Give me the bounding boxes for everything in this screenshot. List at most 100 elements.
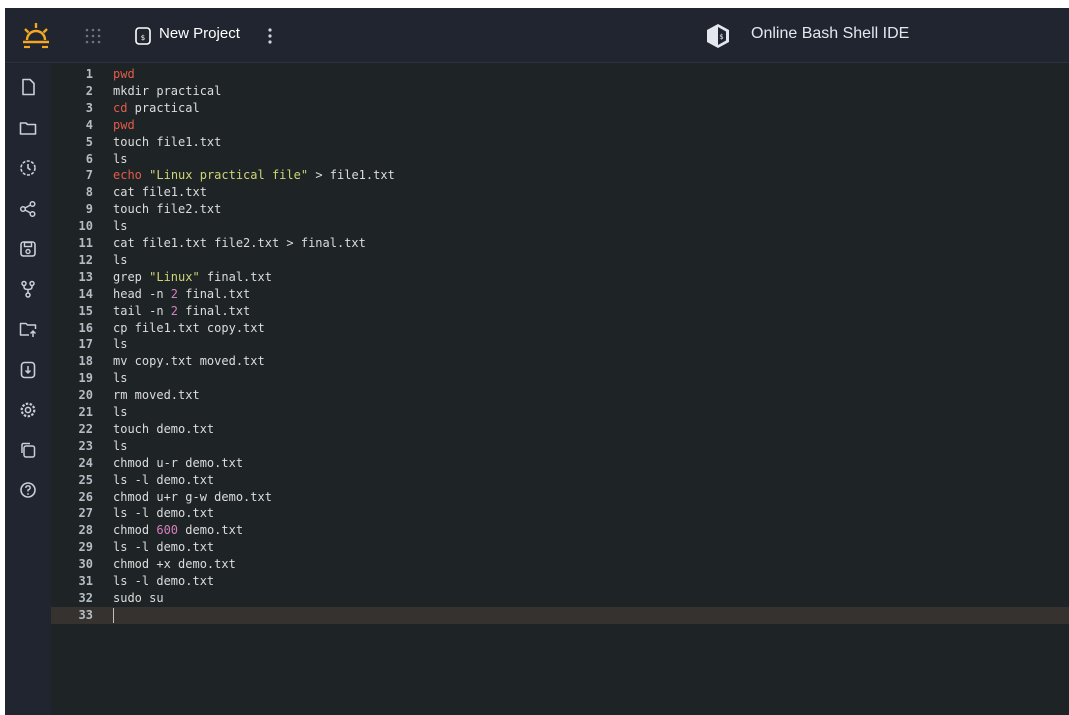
code-text: cat file1.txt file2.txt > final.txt — [113, 235, 366, 252]
line-number: 16 — [78, 320, 93, 335]
new-file-icon[interactable] — [19, 78, 37, 96]
project-title[interactable]: New Project — [159, 25, 240, 42]
code-text: ls — [113, 252, 127, 269]
sun-logo-icon[interactable] — [21, 21, 51, 51]
help-icon[interactable] — [19, 481, 37, 499]
code-token: mv copy.txt moved.txt — [113, 354, 265, 369]
code-text: echo "Linux practical file" > file1.txt — [113, 167, 395, 184]
code-text: chmod +x demo.txt — [113, 556, 236, 573]
line-number: 17 — [78, 337, 93, 352]
line-number: 9 — [85, 202, 93, 217]
code-token: > file1.txt — [308, 168, 395, 183]
code-line[interactable]: 9 touch file2.txt — [51, 201, 1069, 218]
code-line[interactable]: 26 chmod u+r g-w demo.txt — [51, 489, 1069, 506]
code-token: pwd — [113, 67, 135, 81]
upload-folder-icon[interactable] — [19, 320, 37, 338]
line-number: 14 — [78, 286, 93, 301]
code-editor[interactable]: 1 pwd 2 mkdir practical 3 cd practical 4 pwd 5 to… — [51, 64, 1069, 715]
code-line[interactable]: 23 ls — [51, 438, 1069, 455]
code-line[interactable]: 10 ls — [51, 218, 1069, 235]
download-file-icon[interactable] — [19, 361, 37, 379]
code-line[interactable]: 7 echo "Linux practical file" > file1.txt — [51, 167, 1069, 184]
line-number: 3 — [85, 100, 93, 115]
project-menu-icon[interactable] — [267, 26, 273, 46]
line-number: 19 — [78, 371, 93, 386]
share-icon[interactable] — [19, 200, 37, 218]
settings-icon[interactable] — [19, 401, 37, 419]
line-number: 31 — [78, 574, 93, 588]
line-number: 8 — [85, 185, 93, 200]
code-text: ls -l demo.txt — [113, 472, 214, 489]
code-token: chmod u+r g-w demo.txt — [113, 489, 272, 504]
code-token: ls — [113, 438, 128, 453]
line-number: 11 — [78, 236, 93, 250]
git-branch-icon[interactable] — [19, 280, 37, 298]
code-line[interactable]: 15 tail -n 2 final.txt — [51, 303, 1069, 320]
code-line[interactable]: 2 mkdir practical — [51, 83, 1069, 100]
code-line[interactable]: 6 ls — [51, 151, 1069, 168]
code-line[interactable]: 25 ls -l demo.txt — [51, 472, 1069, 489]
code-text: tail -n 2 final.txt — [113, 303, 250, 320]
line-number: 23 — [78, 438, 93, 453]
code-line[interactable]: 5 touch file1.txt — [51, 134, 1069, 151]
line-number: 26 — [78, 489, 93, 504]
code-line[interactable]: 13 grep "Linux" final.txt — [51, 269, 1069, 286]
code-text: mkdir practical — [113, 83, 221, 100]
code-line[interactable]: 33 — [51, 606, 1069, 624]
code-text: ls — [113, 151, 127, 168]
code-line[interactable]: 12 ls — [51, 252, 1069, 269]
code-text: cp file1.txt copy.txt — [113, 320, 265, 337]
code-text: ls — [113, 218, 127, 235]
line-number: 20 — [78, 388, 93, 403]
code-line[interactable]: 3 cd practical — [51, 100, 1069, 117]
apps-grid-icon[interactable] — [85, 28, 101, 44]
line-number: 30 — [78, 557, 93, 572]
line-number: 33 — [78, 607, 93, 622]
code-token: touch file2.txt — [113, 202, 222, 217]
code-line[interactable]: 28 chmod 600 demo.txt — [51, 522, 1069, 539]
code-text: ls — [113, 438, 127, 455]
code-line[interactable]: 18 mv copy.txt moved.txt — [51, 353, 1069, 370]
copy-icon[interactable] — [19, 441, 37, 459]
code-text: chmod 600 demo.txt — [113, 522, 243, 539]
code-line[interactable]: 20 rm moved.txt — [51, 387, 1069, 404]
code-text: cat file1.txt — [113, 184, 207, 201]
line-number: 6 — [85, 151, 93, 166]
code-line[interactable]: 29 ls -l demo.txt — [51, 539, 1069, 556]
history-icon[interactable] — [19, 159, 37, 177]
code-line[interactable]: 32 sudo su — [51, 590, 1069, 607]
sidebar — [5, 64, 51, 715]
code-line[interactable]: 16 cp file1.txt copy.txt — [51, 320, 1069, 337]
code-text: pwd — [113, 66, 135, 83]
svg-text:$: $ — [719, 33, 723, 41]
code-line[interactable]: 24 chmod u-r demo.txt — [51, 455, 1069, 472]
code-text: grep "Linux" final.txt — [113, 269, 272, 286]
code-line[interactable]: 11 cat file1.txt file2.txt > final.txt — [51, 235, 1069, 252]
code-line[interactable]: 31 ls -l demo.txt — [51, 573, 1069, 590]
code-token: ls — [113, 371, 128, 386]
folder-icon[interactable] — [19, 119, 37, 137]
code-line[interactable]: 14 head -n 2 final.txt — [51, 286, 1069, 303]
line-number: 5 — [85, 134, 93, 149]
code-token: ls -l demo.txt — [113, 574, 215, 588]
code-token: ls — [113, 252, 128, 267]
code-token: ls -l demo.txt — [113, 472, 215, 487]
code-text: ls — [113, 336, 127, 353]
code-token: "Linux practical file" — [149, 168, 309, 183]
code-line[interactable]: 4 pwd — [51, 117, 1069, 134]
code-line[interactable]: 22 touch demo.txt — [51, 421, 1069, 438]
code-line[interactable]: 21 ls — [51, 404, 1069, 421]
code-line[interactable]: 27 ls -l demo.txt — [51, 505, 1069, 522]
code-line[interactable]: 8 cat file1.txt — [51, 184, 1069, 201]
code-line[interactable]: 19 ls — [51, 370, 1069, 387]
code-token: practical — [127, 100, 200, 115]
code-line[interactable]: 1 pwd — [51, 66, 1069, 83]
save-icon[interactable] — [19, 240, 37, 258]
code-token: ls — [113, 337, 128, 352]
code-line[interactable]: 17 ls — [51, 336, 1069, 353]
code-token: 600 — [156, 523, 179, 538]
code-token: ls — [113, 405, 128, 419]
code-line[interactable]: 30 chmod +x demo.txt — [51, 556, 1069, 573]
line-number: 25 — [78, 472, 93, 487]
code-token: 2 — [170, 303, 179, 318]
